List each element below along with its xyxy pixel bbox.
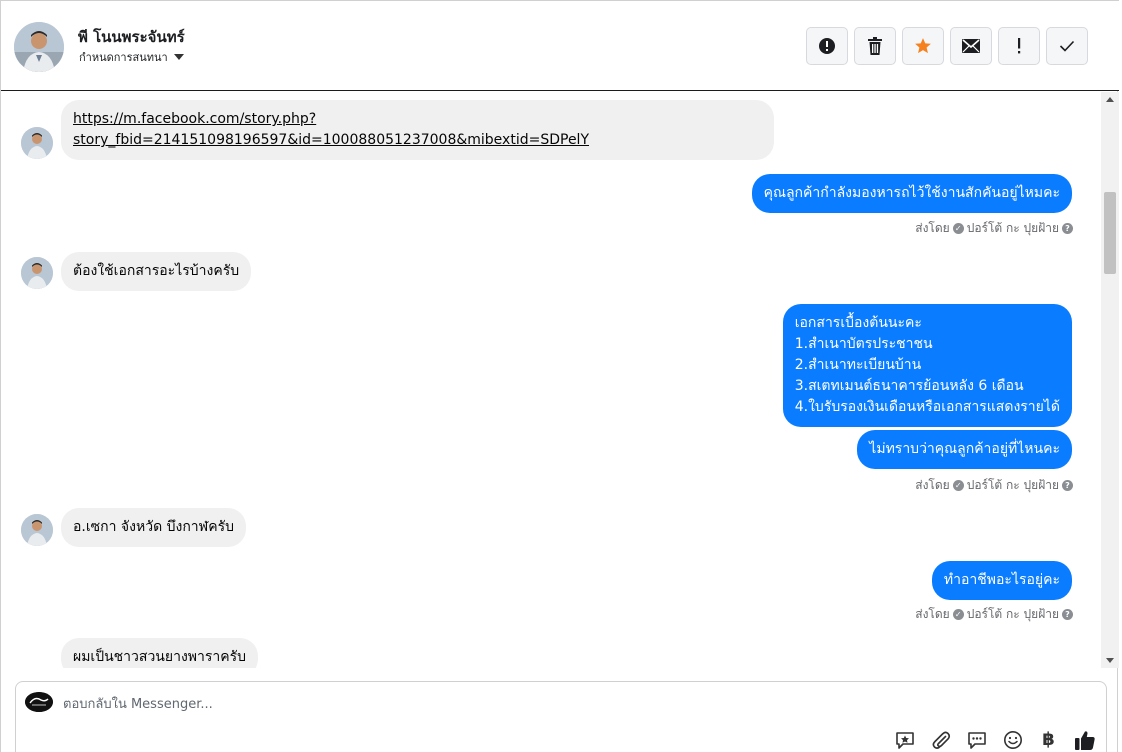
outgoing-message[interactable]: ทำอาชีพอะไรอยู่คะ xyxy=(931,561,1072,600)
message-link-line[interactable]: story_fbid=214151098196597&id=1000880512… xyxy=(73,130,762,151)
incoming-message[interactable]: https://m.facebook.com/story.php? story_… xyxy=(61,100,774,160)
delete-button[interactable] xyxy=(854,27,896,65)
saved-reply-button[interactable] xyxy=(893,728,916,751)
scrollbar-thumb[interactable] xyxy=(1104,192,1116,274)
sender-name: ปอร์โต้ กะ ปุยฝ้าย xyxy=(966,607,1059,621)
alert-circle-icon xyxy=(819,38,835,54)
contact-name: พี โนนพระจันทร์ xyxy=(78,28,185,46)
composer-toolbar: ฿ xyxy=(893,728,1096,751)
contact-avatar[interactable] xyxy=(14,22,64,72)
attach-file-button[interactable] xyxy=(929,728,952,751)
paperclip-icon xyxy=(932,731,950,749)
incoming-message[interactable]: ผมเป็นชาวสวนยางพาราครับ xyxy=(61,638,259,668)
baht-icon: ฿ xyxy=(1042,729,1055,750)
caret-down-icon xyxy=(173,54,184,60)
mark-done-button[interactable] xyxy=(1046,27,1088,65)
star-button[interactable] xyxy=(902,27,944,65)
mark-unread-button[interactable] xyxy=(950,27,992,65)
quick-replies-button[interactable] xyxy=(965,728,988,751)
check-icon xyxy=(1059,40,1075,52)
message-text: ต้องใช้เอกสารอะไรบ้างครับ xyxy=(73,263,240,279)
sent-by-label: ส่งโดย ✓ ปอร์โต้ กะ ปุยฝ้าย ? xyxy=(915,219,1073,238)
contact-avatar-small xyxy=(21,127,53,159)
message-line: 3.สเตทเมนต์ธนาคารย้อนหลัง 6 เดือน xyxy=(794,378,1024,394)
contact-avatar-small xyxy=(21,257,53,289)
scroll-down-arrow-icon[interactable] xyxy=(1106,658,1114,663)
incoming-message[interactable]: ต้องใช้เอกสารอะไรบ้างครับ xyxy=(61,252,252,291)
check-circle-icon: ✓ xyxy=(952,480,964,491)
outgoing-message[interactable]: คุณลูกค้ากำลังมองหารถไว้ใช้งานสักคันอยู่… xyxy=(751,174,1072,213)
message-text: ทำอาชีพอะไรอยู่คะ xyxy=(943,572,1060,588)
smiley-icon xyxy=(1003,730,1022,749)
incoming-message[interactable]: อ.เซกา จังหวัด บึงกาฬครับ xyxy=(61,508,247,547)
message-text: ไม่ทราบว่าคุณลูกค้าอยู่ที่ไหนคะ xyxy=(869,441,1060,457)
schedule-label: กำหนดการสนทนา xyxy=(79,51,168,64)
emoji-button[interactable] xyxy=(1001,728,1024,751)
outgoing-message[interactable]: ไม่ทราบว่าคุณลูกค้าอยู่ที่ไหนคะ xyxy=(857,430,1072,469)
message-line: เอกสารเบื้องต้นนะคะ xyxy=(794,315,922,331)
payment-button[interactable]: ฿ xyxy=(1037,728,1060,751)
scroll-up-arrow-icon[interactable] xyxy=(1106,97,1114,102)
conversation-header: พี โนนพระจันทร์ กำหนดการสนทนา xyxy=(1,0,1119,91)
page-logo-icon xyxy=(25,692,53,712)
message-line: 2.สำเนาทะเบียนบ้าน xyxy=(794,357,922,373)
outgoing-message[interactable]: เอกสารเบื้องต้นนะคะ 1.สำเนาบัตรประชาชน 2… xyxy=(782,304,1072,427)
reply-input[interactable] xyxy=(63,694,763,714)
conversation-toolbar xyxy=(806,27,1088,65)
sent-by-label: ส่งโดย ✓ ปอร์โต้ กะ ปุยฝ้าย ? xyxy=(915,476,1073,495)
message-link-line[interactable]: https://m.facebook.com/story.php? xyxy=(73,109,762,130)
thumbs-up-icon xyxy=(1074,730,1095,750)
reply-composer: ฿ xyxy=(15,681,1107,752)
check-circle-icon: ✓ xyxy=(952,223,964,234)
sender-name: ปอร์โต้ กะ ปุยฝ้าย xyxy=(966,221,1059,235)
sender-name: ปอร์โต้ กะ ปุยฝ้าย xyxy=(966,478,1059,492)
message-list[interactable]: https://m.facebook.com/story.php? story_… xyxy=(1,92,1101,668)
mark-important-button[interactable] xyxy=(998,27,1040,65)
message-text: ผมเป็นชาวสวนยางพาราครับ xyxy=(73,649,247,665)
help-icon[interactable]: ? xyxy=(1062,480,1073,491)
exclamation-icon xyxy=(1018,38,1021,54)
message-text: คุณลูกค้ากำลังมองหารถไว้ใช้งานสักคันอยู่… xyxy=(763,185,1060,201)
conversation-panel: พี โนนพระจันทร์ กำหนดการสนทนา https://m.… xyxy=(0,0,1119,752)
message-scrollbar[interactable] xyxy=(1101,92,1119,668)
sent-by-text: ส่งโดย xyxy=(915,478,950,492)
contact-avatar-small xyxy=(21,514,53,546)
sent-by-text: ส่งโดย xyxy=(915,221,950,235)
sent-by-label: ส่งโดย ✓ ปอร์โต้ กะ ปุยฝ้าย ? xyxy=(915,605,1073,624)
help-icon[interactable]: ? xyxy=(1062,609,1073,620)
mark-spam-button[interactable] xyxy=(806,27,848,65)
message-line: 1.สำเนาบัตรประชาชน xyxy=(794,336,933,352)
conversation-schedule-dropdown[interactable]: กำหนดการสนทนา xyxy=(79,48,184,66)
envelope-icon xyxy=(962,39,980,53)
star-icon xyxy=(915,38,931,54)
send-like-button[interactable] xyxy=(1073,728,1096,751)
trash-icon xyxy=(868,37,882,55)
saved-reply-icon xyxy=(895,731,914,749)
help-icon[interactable]: ? xyxy=(1062,223,1073,234)
sent-by-text: ส่งโดย xyxy=(915,607,950,621)
message-text: อ.เซกา จังหวัด บึงกาฬครับ xyxy=(73,519,235,535)
check-circle-icon: ✓ xyxy=(952,609,964,620)
message-line: 4.ใบรับรองเงินเดือนหรือเอกสารแสดงรายได้ xyxy=(794,399,1060,415)
chat-bubbles-icon xyxy=(967,731,986,749)
